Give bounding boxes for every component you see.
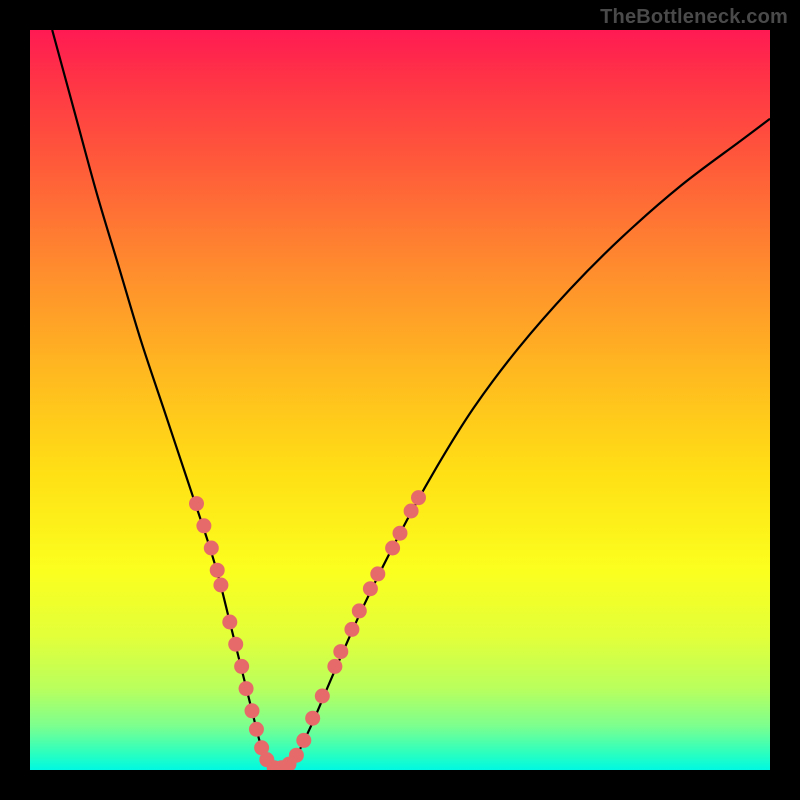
marker-group <box>189 490 426 770</box>
data-marker <box>234 659 249 674</box>
data-marker <box>370 566 385 581</box>
data-marker <box>305 711 320 726</box>
data-marker <box>245 703 260 718</box>
data-marker <box>222 615 237 630</box>
chart-svg <box>30 30 770 770</box>
data-marker <box>249 722 264 737</box>
data-marker <box>327 659 342 674</box>
data-marker <box>296 733 311 748</box>
watermark-text: TheBottleneck.com <box>600 6 788 29</box>
data-marker <box>289 748 304 763</box>
bottleneck-curve <box>52 30 770 770</box>
data-marker <box>404 504 419 519</box>
data-marker <box>204 541 219 556</box>
data-marker <box>385 541 400 556</box>
data-marker <box>363 581 378 596</box>
data-marker <box>344 622 359 637</box>
data-marker <box>213 578 228 593</box>
data-marker <box>210 563 225 578</box>
data-marker <box>189 496 204 511</box>
data-marker <box>352 603 367 618</box>
data-marker <box>411 490 426 505</box>
data-marker <box>393 526 408 541</box>
data-marker <box>333 644 348 659</box>
plot-area <box>30 30 770 770</box>
data-marker <box>315 689 330 704</box>
data-marker <box>239 681 254 696</box>
data-marker <box>228 637 243 652</box>
chart-container: TheBottleneck.com <box>0 0 800 800</box>
data-marker <box>196 518 211 533</box>
